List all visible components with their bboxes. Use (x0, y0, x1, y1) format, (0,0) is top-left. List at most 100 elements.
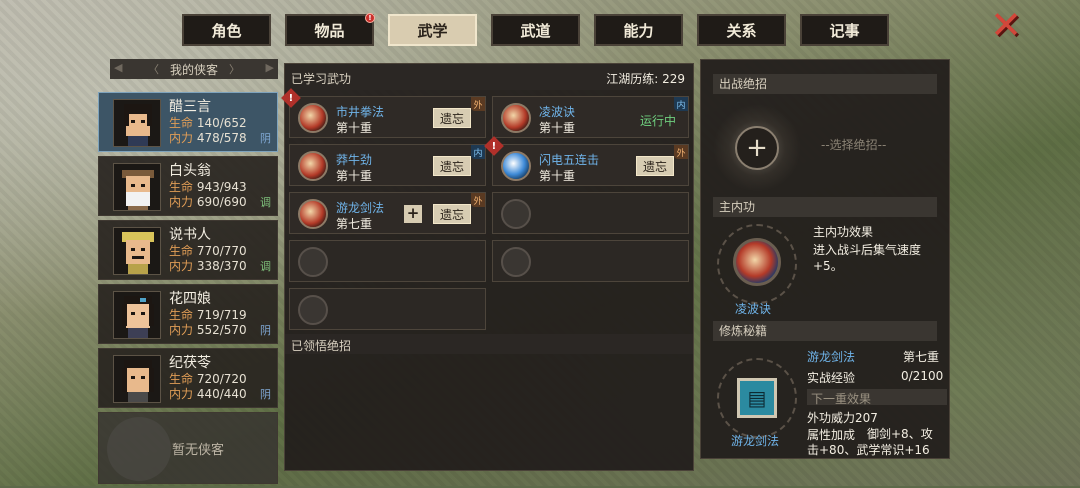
tab-martial-way[interactable]: 武道 (491, 14, 580, 46)
book-icon[interactable]: ▤ (737, 378, 777, 418)
scroll-right-icon[interactable]: ▶ (266, 61, 274, 74)
tab-label: 物品 (314, 21, 345, 40)
tab-label: 武道 (520, 21, 551, 40)
hero-mp: 内力 552/570 (169, 323, 247, 337)
combat-exp-label: 实战经验 (807, 371, 856, 385)
empty-slot-icon (501, 199, 531, 229)
skill-level: 第十重 (336, 169, 373, 183)
tab-character[interactable]: 角色 (182, 14, 271, 46)
hero-card[interactable]: 醋三言 生命 140/652 内力 478/578 阴 (98, 92, 278, 152)
hero-type: 阴 (260, 324, 271, 337)
forget-button[interactable]: 遗忘 (433, 204, 471, 224)
internal-effect-title: 主内功效果 (813, 225, 874, 239)
skill-slot[interactable]: 莽牛劲 第十重 遗忘 内 (289, 144, 486, 186)
book-skill-level: 第七重 (903, 350, 940, 364)
hero-card[interactable]: 白头翁 生命 943/943 内力 690/690 调 (98, 156, 278, 216)
skill-name: 游龙剑法 (336, 201, 385, 215)
heroes-header: ◀ 〈 我的侠客 〉 ▶ (110, 59, 278, 79)
empty-portrait-icon (107, 417, 171, 481)
hero-portrait (113, 163, 161, 211)
tab-bar: 角色 物品! 武学 武道 能力 关系 记事 (182, 13, 889, 46)
forget-button[interactable]: 遗忘 (636, 156, 674, 176)
chevron-right-icon: 〉 (229, 63, 240, 76)
add-icon[interactable]: + (404, 205, 422, 223)
wave-icon[interactable] (733, 238, 781, 286)
warning-icon: ! (484, 136, 504, 156)
chevron-left-icon: 〈 (148, 63, 159, 76)
next-level-label: 下一重效果 (811, 392, 872, 406)
hero-card[interactable]: 花四娘 生命 719/719 内力 552/570 阴 (98, 284, 278, 344)
hero-name: 说书人 (169, 227, 211, 243)
hero-mp: 内力 440/440 (169, 387, 247, 401)
tab-items[interactable]: 物品! (285, 13, 375, 46)
tab-ability[interactable]: 能力 (594, 14, 683, 46)
skill-level: 第十重 (539, 121, 576, 135)
wave-icon (501, 103, 531, 133)
hero-type: 阴 (260, 388, 271, 401)
add-ult-button[interactable]: + (735, 126, 779, 170)
hero-name: 醋三言 (169, 99, 211, 115)
tab-journal[interactable]: 记事 (800, 14, 889, 46)
skill-type-badge: 内 (674, 97, 688, 111)
skill-slot[interactable]: 凌波诀 第十重 运行中 内 (492, 96, 689, 138)
tab-martial-arts[interactable]: 武学 (388, 14, 477, 46)
forget-button[interactable]: 遗忘 (433, 156, 471, 176)
empty-hero-label: 暂无侠客 (171, 442, 224, 458)
internal-header: 主内功 (713, 197, 937, 217)
hero-name: 纪茯苓 (169, 355, 211, 371)
forget-button[interactable]: 遗忘 (433, 108, 471, 128)
ult-select-placeholder[interactable]: --选择绝招-- (821, 136, 886, 153)
learned-ult-title: 已领悟绝招 (291, 339, 352, 353)
hero-card[interactable]: 纪茯苓 生命 720/720 内力 440/440 阴 (98, 348, 278, 408)
empty-slot-icon (501, 247, 531, 277)
notification-badge: ! (365, 13, 375, 23)
running-status: 运行中 (639, 114, 676, 128)
empty-skill-slot[interactable] (289, 240, 486, 282)
learned-skills-panel: 已学习武功 江湖历练: 229 ! 市井拳法 第十重 遗忘 外 凌波诀 第十重 … (281, 63, 694, 471)
internal-effect: 进入战斗后集气速度+5。 (813, 243, 922, 273)
internal-name: 凌波诀 (735, 302, 772, 316)
bull-icon (298, 151, 328, 181)
hero-card-empty[interactable]: 暂无侠客 (98, 412, 278, 484)
skill-slot[interactable]: 游龙剑法 第七重 + 遗忘 外 (289, 192, 486, 234)
hero-name: 白头翁 (169, 163, 211, 179)
hero-portrait (113, 355, 161, 403)
hero-card[interactable]: 说书人 生命 770/770 内力 338/370 调 (98, 220, 278, 280)
combat-exp-value: 0/2100 (901, 369, 944, 383)
tab-relations[interactable]: 关系 (697, 14, 786, 46)
hero-mp: 内力 690/690 (169, 195, 247, 209)
lightning-icon (501, 151, 531, 181)
skill-name: 莽牛劲 (336, 153, 373, 167)
skill-name: 市井拳法 (336, 105, 385, 119)
sword-icon (298, 199, 328, 229)
book-skill-name: 游龙剑法 (807, 350, 856, 364)
hero-mp: 内力 478/578 (169, 131, 247, 145)
empty-skill-slot[interactable] (289, 288, 486, 330)
tab-label: 能力 (623, 21, 654, 40)
tab-label: 关系 (726, 21, 757, 40)
hero-mp: 内力 338/370 (169, 259, 247, 273)
empty-slot-icon (298, 247, 328, 277)
skill-level: 第十重 (539, 169, 576, 183)
empty-slot-icon (298, 295, 328, 325)
scroll-left-icon[interactable]: ◀ (114, 61, 122, 74)
close-x-icon[interactable]: ✕ (988, 6, 1024, 44)
warning-icon: ! (281, 88, 301, 108)
empty-skill-slot[interactable] (492, 192, 689, 234)
heroes-header-label: 我的侠客 (169, 62, 218, 77)
empty-skill-slot[interactable] (492, 240, 689, 282)
skill-slot[interactable]: ! 市井拳法 第十重 遗忘 外 (281, 88, 486, 138)
hero-type: 阴 (260, 132, 271, 145)
jianghu-exp: 江湖历练: 229 (606, 72, 685, 86)
hero-portrait (113, 227, 161, 275)
hero-list: 醋三言 生命 140/652 内力 478/578 阴 白头翁 生命 943/9… (98, 92, 278, 488)
skill-type-badge: 外 (471, 193, 485, 207)
skill-slot[interactable]: ! 闪电五连击 第十重 遗忘 外 (484, 136, 689, 186)
ult-header: 出战绝招 (713, 74, 937, 94)
tab-label: 武学 (417, 21, 448, 40)
skill-level: 第七重 (336, 217, 373, 231)
hero-type: 调 (260, 260, 271, 273)
hero-portrait (113, 291, 161, 339)
details-panel: 出战绝招 + --选择绝招-- 主内功 凌波诀 主内功效果 进入战斗后集气速度+… (700, 59, 950, 459)
tab-label: 角色 (211, 21, 242, 40)
